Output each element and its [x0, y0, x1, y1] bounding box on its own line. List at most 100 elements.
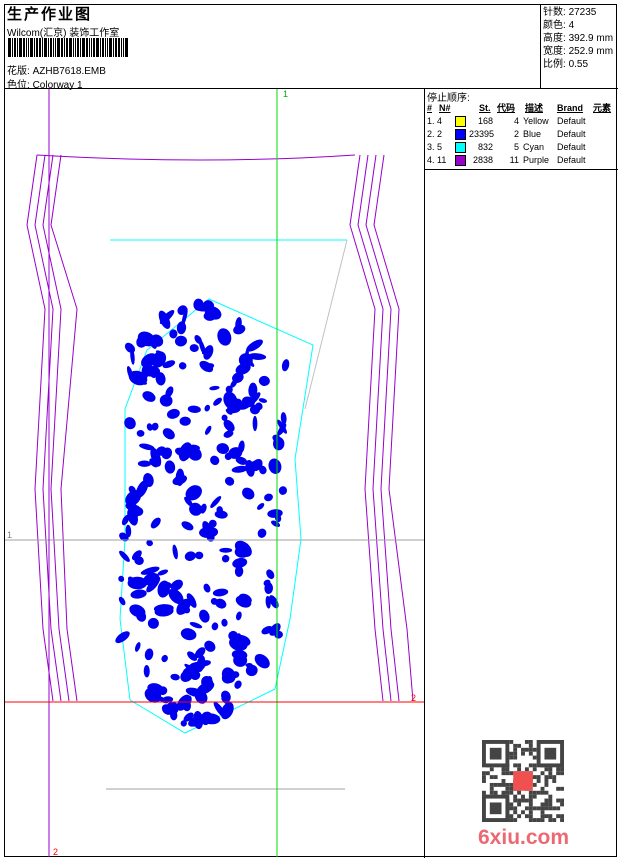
embroidery-leaf	[221, 554, 230, 563]
row-desc: Cyan	[523, 142, 545, 152]
garment-outline-left	[26, 154, 356, 702]
panel-divider	[424, 88, 425, 858]
embroidery-leaf	[162, 428, 175, 440]
embroidery-leaf	[130, 589, 147, 599]
embroidery-leaf	[281, 359, 290, 372]
embroidery-leaf	[257, 528, 267, 538]
color-count: 颜色: 4	[543, 20, 575, 31]
col-code: 代码	[497, 103, 516, 113]
row-idx: 4.	[427, 155, 435, 165]
garment-outline-right	[349, 154, 414, 702]
embroidery-leaf	[210, 455, 220, 466]
embroidery-leaf	[161, 654, 168, 663]
embroidery-leaf	[143, 665, 150, 678]
embroidery-leaf	[144, 648, 154, 661]
row-desc: Blue	[523, 129, 542, 139]
embroidery-leaf	[179, 416, 191, 426]
row-needle: 5	[437, 142, 443, 152]
gray-guide-label: 1	[7, 530, 12, 540]
embroidery-leaf	[147, 617, 159, 629]
embroidery-leaf	[172, 544, 178, 560]
row-stitches: 23395	[469, 129, 495, 139]
design-info: 针数: 27235 颜色: 4 高度: 392.9 mm 宽度: 252.9 m…	[540, 4, 618, 88]
row-idx: 2.	[427, 129, 435, 139]
embroidery-leaf	[194, 551, 204, 560]
embroidery-leaf	[242, 487, 255, 500]
col-needle: N#	[439, 103, 451, 113]
watermark-logo: 6xiu.com	[478, 826, 570, 849]
row-brand: Default	[557, 142, 586, 152]
row-code: 11	[509, 155, 519, 165]
row-needle: 4	[437, 116, 443, 126]
row-idx: 3.	[427, 142, 435, 152]
design-canvas: 1 1 2 2	[5, 89, 424, 857]
design-width: 宽度: 252.9 mm	[543, 46, 614, 57]
embroidery-leaf	[264, 493, 273, 502]
embroidery-leaf	[224, 476, 235, 486]
color-swatch	[455, 142, 466, 153]
red-guide-label: 2	[411, 693, 416, 703]
embroidery-leaf	[278, 486, 288, 495]
embroidery-leaf	[189, 622, 203, 629]
embroidery-leaf	[166, 408, 180, 419]
row-desc: Yellow	[523, 116, 549, 126]
embroidery-leaf	[137, 460, 152, 467]
barcode	[8, 38, 128, 57]
row-brand: Default	[557, 129, 586, 139]
embroidery-leaf	[142, 391, 156, 402]
embroidery-leaf	[268, 458, 282, 474]
embroidery-leaf	[124, 417, 136, 430]
embroidery-leaf	[176, 321, 187, 335]
row-code: 5	[513, 142, 519, 152]
table-row: 1. 4 168 4 Yellow Default	[425, 115, 618, 128]
embroidery-leaf	[221, 690, 231, 702]
design-file: 花版: AZHB7618.EMB	[7, 62, 106, 77]
embroidery-leaf	[266, 569, 275, 580]
embroidery-leaf	[235, 611, 242, 621]
row-idx: 1.	[427, 116, 435, 126]
embroidery-leaf	[204, 425, 212, 435]
color-swatch	[455, 155, 466, 166]
purple-guide-label: 2	[53, 847, 58, 857]
table-row: 3. 5 832 5 Cyan Default	[425, 141, 618, 154]
embroidery-leaf	[212, 588, 229, 597]
embroidery-leaf	[219, 547, 233, 553]
embroidery-leaf	[214, 510, 228, 519]
embroidery-leaf	[178, 362, 187, 370]
embroidery-leaf	[252, 415, 258, 432]
embroidery-leaf	[217, 328, 232, 346]
production-worksheet: 生产作业图 Wilcom(汇京) 装饰工作室 花版: AZHB7618.EMB …	[0, 0, 620, 860]
table-header: # N# St. 代码 描述 Brand 元素	[425, 102, 618, 115]
row-needle: 11	[437, 155, 447, 165]
design-height: 高度: 392.9 mm	[543, 33, 614, 44]
green-guide-label: 1	[283, 89, 288, 99]
embroidery-leaf	[118, 596, 126, 606]
embroidery-leaf	[199, 526, 219, 539]
color-swatch	[455, 116, 466, 127]
row-brand: Default	[557, 155, 586, 165]
col-element: 元素	[593, 103, 612, 113]
embroidery-leaf	[136, 430, 145, 437]
embroidery-leaf	[118, 575, 125, 582]
gray-connector	[304, 239, 348, 410]
company-name: Wilcom(汇京) 装饰工作室	[7, 28, 120, 39]
embroidery-leaf	[189, 344, 199, 352]
embroidery-leaf	[150, 517, 161, 529]
col-idx: #	[427, 103, 433, 113]
embroidery-leaf	[273, 436, 285, 451]
row-brand: Default	[557, 116, 586, 126]
embroidery-leaf	[232, 557, 248, 569]
row-stitches: 168	[477, 116, 493, 126]
row-stitches: 832	[477, 142, 493, 152]
row-code: 2	[513, 129, 519, 139]
embroidery-leaf	[124, 342, 136, 353]
embroidery-leaf	[209, 385, 220, 391]
embroidery-leaf	[170, 673, 180, 681]
embroidery-leaf	[181, 521, 194, 531]
embroidery-leaf	[180, 628, 197, 641]
embroidery-leaf	[234, 680, 242, 689]
embroidery-leaf	[213, 397, 222, 406]
embroidery-leaf	[211, 622, 219, 631]
row-stitches: 2838	[472, 155, 493, 165]
stitch-count: 针数: 27235	[543, 7, 597, 18]
